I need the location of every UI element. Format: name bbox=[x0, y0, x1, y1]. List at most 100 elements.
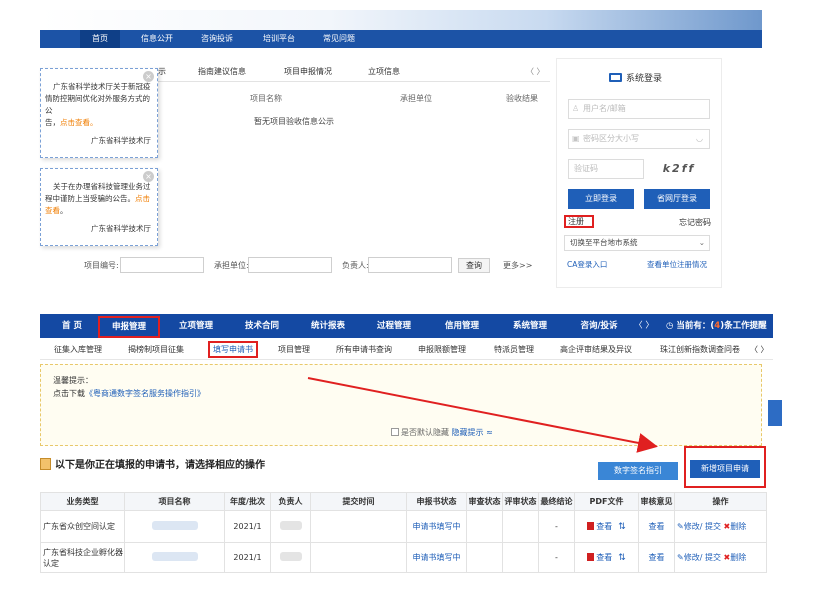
tip-box: 温馨提示： 点击下载《粤商通数字签名服务操作指引》 是否默认隐藏 隐藏提示 ≈ bbox=[40, 364, 762, 446]
captcha-input[interactable]: 验证码 bbox=[568, 159, 644, 179]
forgot-password-link[interactable]: 忘记密码 bbox=[679, 217, 711, 228]
popup-link[interactable]: 点击查看。 bbox=[60, 118, 98, 127]
guide-download-link[interactable]: 《粤商通数字签名服务操作指引》 bbox=[85, 389, 205, 398]
close-icon[interactable]: × bbox=[143, 171, 154, 182]
side-float-tab[interactable] bbox=[768, 400, 782, 426]
nav-training[interactable]: 培训平台 bbox=[254, 30, 304, 48]
nav-declare-manage[interactable]: 申报管理 bbox=[98, 316, 160, 338]
person-input[interactable] bbox=[368, 257, 452, 273]
tab-notice[interactable]: 示 bbox=[158, 66, 166, 77]
query-button[interactable]: 查询 bbox=[458, 258, 490, 273]
redacted-name bbox=[151, 520, 198, 530]
cell-leader bbox=[270, 510, 311, 543]
col-type: 业务类型 bbox=[40, 492, 125, 511]
col-unit: 承担单位 bbox=[400, 94, 432, 103]
refresh-icon[interactable]: ⇅ bbox=[618, 553, 626, 563]
subnav-commissioner[interactable]: 特派员管理 bbox=[494, 344, 534, 355]
nav-statistics[interactable]: 统计报表 bbox=[298, 314, 358, 338]
cell-opinion: 查看 bbox=[638, 542, 675, 573]
popup-text: 情防控期间优化对外服务方式的公 bbox=[45, 94, 150, 115]
col-submit-time: 提交时间 bbox=[310, 492, 407, 511]
subnav-scroll-arrows[interactable]: 〈 〉 bbox=[750, 344, 769, 355]
login-title: 系统登录 bbox=[609, 71, 662, 84]
submit-link[interactable]: 提交 bbox=[705, 553, 721, 562]
edit-link[interactable]: ✎修改/ bbox=[677, 553, 702, 562]
nav-scroll-arrows[interactable]: 〈 〉 bbox=[628, 314, 660, 338]
nav-consult[interactable]: 咨询投诉 bbox=[192, 30, 242, 48]
pdf-view-link[interactable]: 查看 bbox=[596, 553, 612, 562]
eye-icon[interactable]: ◡ bbox=[696, 130, 703, 148]
pdf-icon bbox=[587, 552, 595, 561]
nav-home[interactable]: 首页 bbox=[80, 30, 120, 48]
unit-input[interactable] bbox=[248, 257, 332, 273]
subnav-survey[interactable]: 珠江创新指数调查问卷 bbox=[660, 344, 740, 355]
subnav-reveal[interactable]: 揭榜制项目征集 bbox=[128, 344, 184, 355]
add-project-application-button[interactable]: 新增项目申请 bbox=[690, 460, 760, 478]
tab-scroll-arrows[interactable]: 〈 〉 bbox=[526, 66, 545, 77]
application-screenshot: 首 页 申报管理 立项管理 技术合同 统计报表 过程管理 信用管理 系统管理 咨… bbox=[0, 308, 813, 604]
lock-icon: ▣ bbox=[572, 134, 580, 143]
popup-text: 告， bbox=[45, 118, 60, 127]
nav-info-public[interactable]: 信息公开 bbox=[132, 30, 182, 48]
unit-register-link[interactable]: 查看单位注册情况 bbox=[647, 259, 707, 270]
popup-text: 程中谨防上当受骗的公告。 bbox=[45, 194, 135, 203]
col-name: 项目名称 bbox=[124, 492, 225, 511]
edit-document-icon bbox=[40, 458, 51, 470]
cell-submit-time bbox=[310, 510, 407, 543]
search-bar: 项目编号: 承担单位: 负责人: 查询 更多>> bbox=[40, 256, 550, 276]
notice-popup-2: × 关于在办理省科技管理业务过 程中谨防上当受骗的公告。点击查看。 广东省科学技… bbox=[40, 168, 158, 246]
refresh-icon[interactable]: ⇅ bbox=[618, 522, 626, 532]
subnav-limit[interactable]: 申报限额管理 bbox=[418, 344, 466, 355]
delete-link[interactable]: 删除 bbox=[730, 553, 746, 562]
pdf-view-link[interactable]: 查看 bbox=[596, 522, 612, 531]
hide-checkbox[interactable] bbox=[391, 428, 399, 436]
tab-approval[interactable]: 立项信息 bbox=[368, 66, 400, 77]
tab-declare[interactable]: 项目申报情况 bbox=[284, 66, 332, 77]
subnav-hightech[interactable]: 高企评审结果及异议 bbox=[560, 344, 632, 355]
notice-popup-1: × 广东省科学技术厅关于新冠疫 情防控期间优化对外服务方式的公 告，点击查看。 … bbox=[40, 68, 158, 158]
work-reminder[interactable]: ◷ 当前有：(4)条工作提醒 bbox=[666, 314, 767, 338]
nav-process-manage[interactable]: 过程管理 bbox=[364, 314, 424, 338]
popup-sign: 广东省科学技术厅 bbox=[91, 224, 151, 233]
hide-tip-link[interactable]: 隐藏提示 ≈ bbox=[452, 428, 493, 437]
tab-guide[interactable]: 指南建议信息 bbox=[198, 66, 246, 77]
register-link[interactable]: 注册 bbox=[564, 215, 594, 228]
province-login-button[interactable]: 省网厅登录 bbox=[644, 189, 710, 209]
person-label: 负责人: bbox=[342, 261, 369, 270]
nav-tech-contract[interactable]: 技术合同 bbox=[232, 314, 292, 338]
login-button[interactable]: 立即登录 bbox=[568, 189, 634, 209]
edit-link[interactable]: ✎修改/ bbox=[677, 522, 702, 531]
ca-login-link[interactable]: CA登录入口 bbox=[567, 259, 607, 270]
subnav-fill-application[interactable]: 填写申请书 bbox=[208, 341, 258, 358]
more-link[interactable]: 更多>> bbox=[503, 260, 532, 271]
popup-text: 关于在办理省科技管理业务过 bbox=[53, 182, 151, 191]
submit-link[interactable]: 提交 bbox=[705, 522, 721, 531]
col-operation: 操作 bbox=[674, 492, 767, 511]
captcha-image[interactable]: k2ff bbox=[649, 159, 709, 179]
cell-pdf: 查看 ⇅ bbox=[574, 542, 639, 573]
cell-type: 广东省科技企业孵化器认定 bbox=[40, 542, 125, 573]
table-row: 广东省众创空间认定 2021/1 申请书填写中 - 查看 ⇅ 查看 ✎修改/ 提交… bbox=[40, 510, 767, 543]
site-banner bbox=[40, 10, 762, 30]
nav-credit-manage[interactable]: 信用管理 bbox=[432, 314, 492, 338]
subnav-all-query[interactable]: 所有申请书查询 bbox=[336, 344, 392, 355]
nav-faq[interactable]: 常见问题 bbox=[314, 30, 364, 48]
redacted-leader bbox=[279, 551, 302, 561]
opinion-view-link[interactable]: 查看 bbox=[649, 553, 665, 562]
opinion-view-link[interactable]: 查看 bbox=[649, 522, 665, 531]
nav-home[interactable]: 首 页 bbox=[46, 314, 98, 338]
nav-system-manage[interactable]: 系统管理 bbox=[500, 314, 560, 338]
monitor-icon bbox=[609, 73, 622, 82]
city-system-select[interactable]: 切换至平台地市系统 ⌄ bbox=[564, 235, 710, 251]
nav-consult[interactable]: 咨询/投诉 bbox=[568, 314, 630, 338]
delete-link[interactable]: 删除 bbox=[730, 522, 746, 531]
subnav-collect[interactable]: 征集入库管理 bbox=[54, 344, 102, 355]
password-input[interactable]: ▣ 密码区分大小写 ◡ bbox=[568, 129, 710, 149]
username-input[interactable]: ♙ 用户名/邮箱 bbox=[568, 99, 710, 119]
nav-approval-manage[interactable]: 立项管理 bbox=[166, 314, 226, 338]
subnav-project-manage[interactable]: 项目管理 bbox=[278, 344, 310, 355]
code-input[interactable] bbox=[120, 257, 204, 273]
hide-tip-toggle: 是否默认隐藏 隐藏提示 ≈ bbox=[391, 427, 493, 438]
close-icon[interactable]: × bbox=[143, 71, 154, 82]
digital-sign-guide-button[interactable]: 数字签名指引 bbox=[598, 462, 678, 480]
